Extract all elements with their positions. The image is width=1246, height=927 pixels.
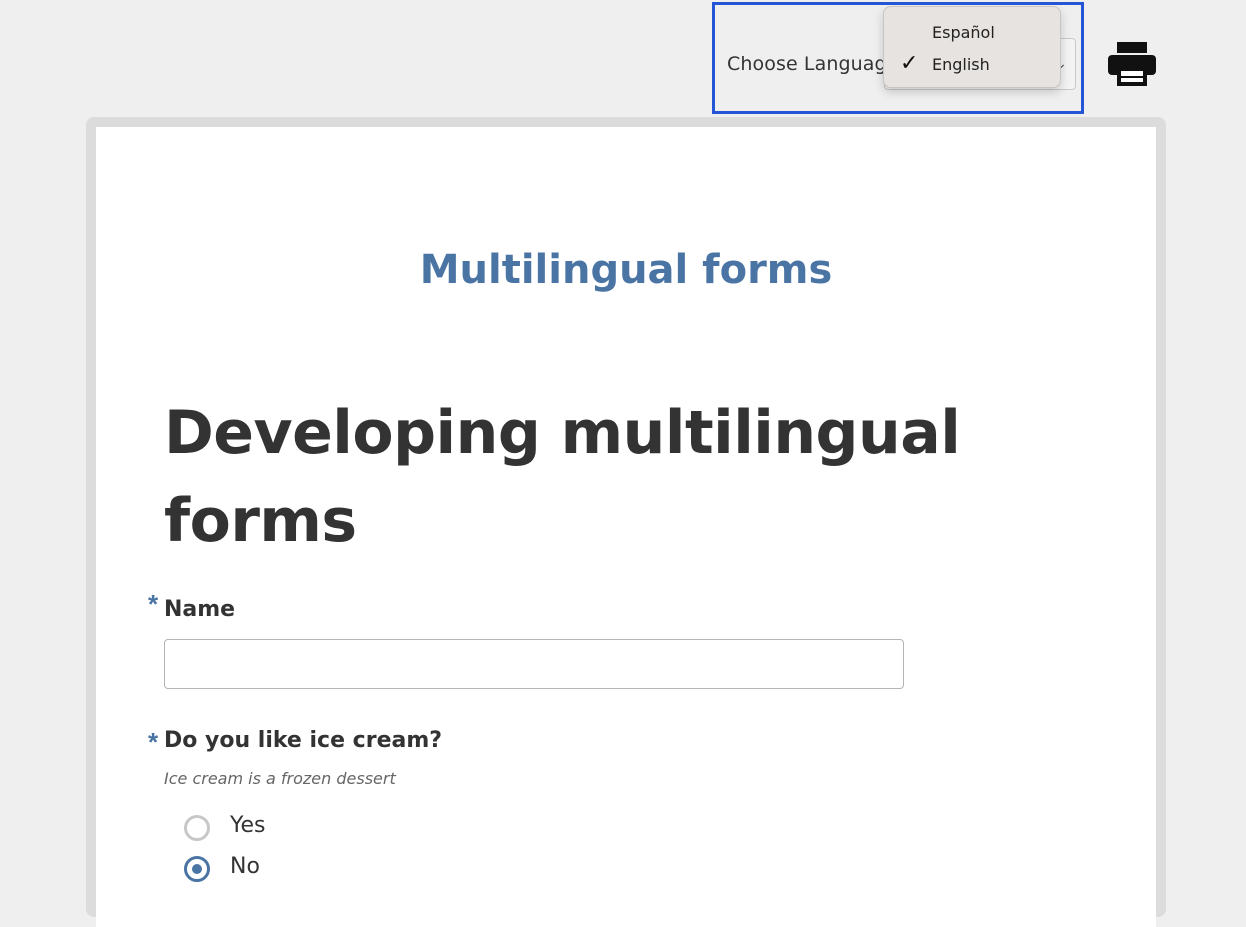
required-asterisk: * xyxy=(148,589,159,619)
page-heading: Developing multilingual forms xyxy=(164,398,961,556)
radio-button[interactable] xyxy=(184,815,210,841)
radio-button-selected[interactable] xyxy=(184,856,210,882)
form-title: Multilingual forms xyxy=(419,247,833,293)
form-card: Multilingual forms Developing multilingu… xyxy=(96,127,1156,927)
ice-cream-question-label: Do you like ice cream? xyxy=(164,728,443,753)
language-picker-highlight xyxy=(712,2,1084,114)
name-input[interactable] xyxy=(164,639,904,689)
required-asterisk: * xyxy=(148,727,159,757)
top-bar: Choose Language ⌄ Español ✓ English xyxy=(0,0,1246,118)
radio-label-no: No xyxy=(230,854,260,879)
name-label: Name xyxy=(164,597,236,622)
printer-icon[interactable] xyxy=(1106,40,1158,88)
ice-cream-help-text: Ice cream is a frozen dessert xyxy=(164,769,396,788)
radio-label-yes: Yes xyxy=(230,813,266,838)
